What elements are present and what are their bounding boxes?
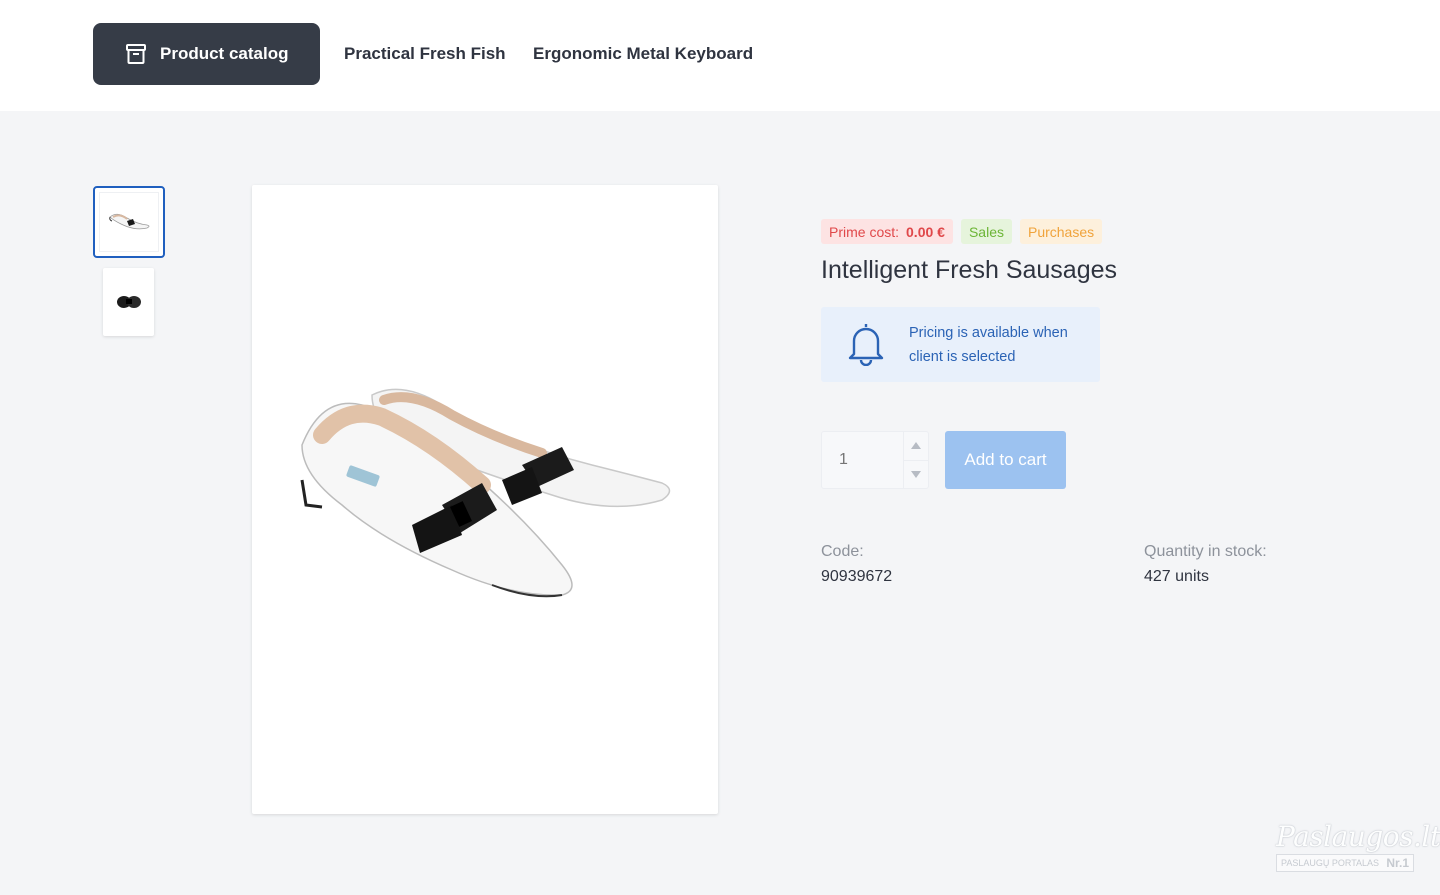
product-title: Intelligent Fresh Sausages xyxy=(821,256,1118,284)
product-catalog-button[interactable]: Product catalog xyxy=(93,23,320,85)
watermark-tagline: PASLAUGŲ PORTALAS xyxy=(1281,858,1380,868)
stock-value: 427 units xyxy=(1144,568,1209,585)
watermark-tagline-box: PASLAUGŲ PORTALAS Nr.1 xyxy=(1276,854,1414,872)
prime-cost-badge: Prime cost: 0.00 € xyxy=(821,219,953,244)
shoe-image xyxy=(116,296,141,308)
shoe-image xyxy=(109,213,150,230)
chevron-up-icon[interactable] xyxy=(904,432,928,461)
prime-cost-label: Prime cost: xyxy=(829,223,900,240)
bell-icon xyxy=(845,320,887,371)
chevron-down-icon[interactable] xyxy=(904,461,928,489)
product-thumbnail-2[interactable] xyxy=(103,268,154,336)
product-thumbnail-1-selected[interactable] xyxy=(93,186,165,258)
top-navigation-bar: Product catalog Practical Fresh Fish Erg… xyxy=(0,0,1440,111)
watermark-rank: Nr.1 xyxy=(1386,856,1409,870)
nav-link-practical-fresh-fish[interactable]: Practical Fresh Fish xyxy=(344,44,506,64)
quantity-arrows xyxy=(903,432,928,488)
add-to-cart-button[interactable]: Add to cart xyxy=(945,431,1066,489)
product-catalog-label: Product catalog xyxy=(160,44,289,63)
code-value: 90939672 xyxy=(821,568,893,585)
pricing-notice-text: Pricing is available when client is sele… xyxy=(909,325,1068,365)
nav-link-ergonomic-metal-keyboard[interactable]: Ergonomic Metal Keyboard xyxy=(533,44,753,64)
quantity-stepper[interactable] xyxy=(821,431,929,489)
watermark-brand: Paslaugos.lt xyxy=(1276,820,1440,853)
archive-icon xyxy=(125,43,147,65)
sales-badge: Sales xyxy=(960,219,1012,244)
stock-label: Quantity in stock: xyxy=(1144,543,1267,560)
purchases-badge: Purchases xyxy=(1019,219,1103,244)
product-main-image xyxy=(252,185,718,814)
product-badges: Prime cost: 0.00 € Sales Purchases xyxy=(821,219,1103,244)
pricing-notice: Pricing is available when client is sele… xyxy=(821,307,1100,382)
quantity-input[interactable] xyxy=(822,432,904,488)
code-label: Code: xyxy=(821,543,864,560)
prime-cost-value: 0.00 € xyxy=(906,223,945,240)
paslaugos-watermark-logo: Paslaugos.lt PASLAUGŲ PORTALAS Nr.1 xyxy=(1276,820,1440,874)
shoe-image xyxy=(300,388,671,598)
